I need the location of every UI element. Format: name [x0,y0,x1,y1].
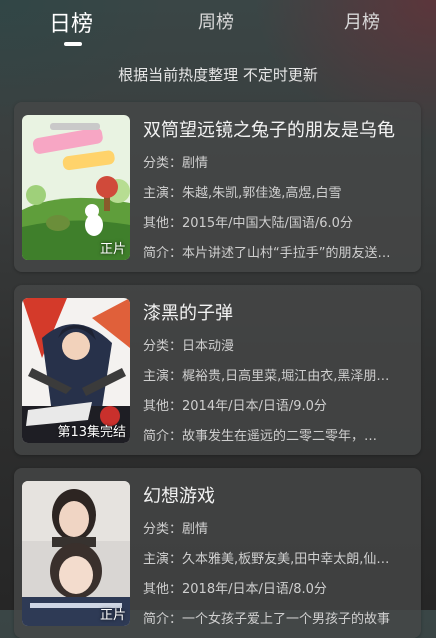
item-genre: 分类：剧情 [143,156,209,171]
item-other: 其他：2014年/日本/日语/9.0分 [143,399,327,414]
item-genre: 分类：日本动漫 [143,339,235,354]
episode-status: 正片 [99,242,126,257]
item-title: 双筒望远镜之兔子的朋友是乌龟 [143,120,395,141]
active-tab-indicator [64,42,82,46]
item-cast: 主演：久本雅美,板野友美,田中幸太朗,仙… [143,552,390,567]
item-cast: 主演：梶裕贵,日高里菜,堀江由衣,黑泽朋… [143,369,390,384]
tab-weekly[interactable]: 周榜 [198,8,234,34]
episode-status: 正片 [99,608,126,623]
tab-monthly[interactable]: 月榜 [344,8,380,34]
poster-image: 正片 [22,481,130,626]
item-title: 幻想游戏 [143,486,215,507]
poster-image: 正片 [22,115,130,260]
item-summary: 简介：故事发生在遥远的二零二零年，… [143,429,378,444]
item-genre: 分类：剧情 [143,522,209,537]
poster-image: 第13集完结 [22,298,130,443]
ranking-subtitle: 根据当前热度整理 不定时更新 [118,66,318,84]
list-item[interactable]: 第13集完结 漆黑的子弹 分类：日本动漫 主演：梶裕贵,日高里菜,堀江由衣,黑泽… [14,285,421,455]
list-item[interactable]: 正片 双筒望远镜之兔子的朋友是乌龟 分类：剧情 主演：朱越,朱凯,郭佳逸,高煜,… [14,102,421,272]
tab-daily[interactable]: 日榜 [49,6,93,38]
ranking-tabs: 日榜 周榜 月榜 [0,0,436,52]
episode-status: 第13集完结 [57,425,126,440]
list-item[interactable]: 正片 幻想游戏 分类：剧情 主演：久本雅美,板野友美,田中幸太朗,仙… 其他：2… [14,468,421,638]
item-summary: 简介：本片讲述了山村“手拉手”的朋友送… [143,246,391,261]
item-cast: 主演：朱越,朱凯,郭佳逸,高煜,白雪 [143,186,342,201]
item-summary: 简介：一个女孩子爱上了一个男孩子的故事 [143,612,391,627]
item-title: 漆黑的子弹 [143,303,233,324]
item-other: 其他：2018年/日本/日语/8.0分 [143,582,327,597]
item-other: 其他：2015年/中国大陆/国语/6.0分 [143,216,353,231]
